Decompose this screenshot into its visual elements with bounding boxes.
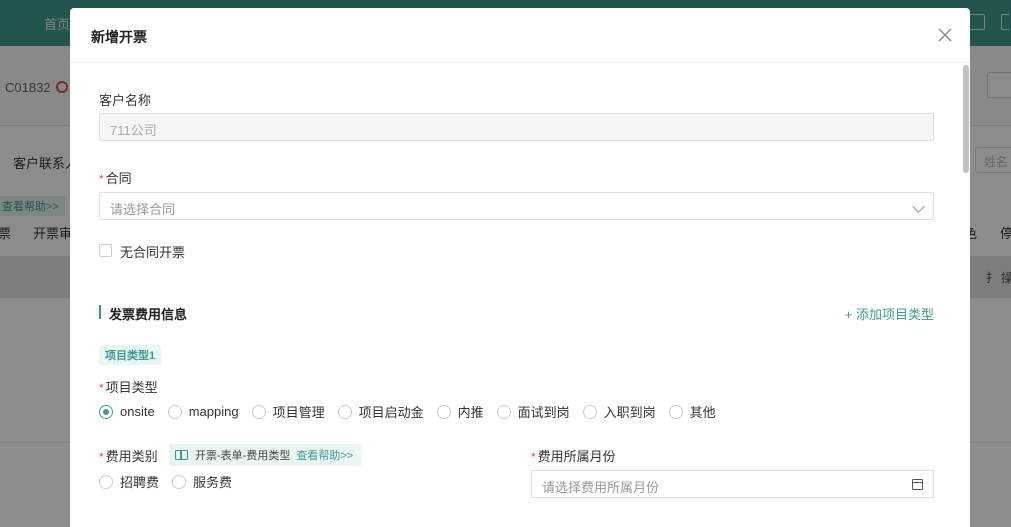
chevron-down-icon	[912, 200, 925, 213]
no-contract-checkbox[interactable]	[99, 244, 112, 257]
radio-button[interactable]	[436, 404, 451, 419]
modal-header: 新增开票	[70, 8, 970, 63]
close-icon[interactable]	[936, 26, 954, 44]
required-mark: *	[99, 172, 104, 186]
required-mark: *	[99, 450, 104, 464]
fee-category-option[interactable]: 招聘费	[99, 472, 159, 491]
modal-scrollbar[interactable]	[962, 63, 970, 527]
fee-month-placeholder: 请选择费用所属月份	[542, 480, 660, 495]
project-type-option[interactable]: mapping	[167, 404, 239, 419]
book-icon	[175, 450, 188, 460]
calendar-icon	[912, 479, 923, 490]
project-type-label-text: 项目类型	[105, 380, 158, 395]
project-type-option-label: 其他	[689, 405, 716, 420]
radio-button[interactable]	[99, 404, 113, 419]
project-type-option[interactable]: 项目启动金	[337, 402, 424, 421]
no-contract-label: 无合同开票	[120, 245, 186, 260]
fee-category-option[interactable]: 服务费	[172, 472, 232, 491]
required-mark: *	[99, 381, 104, 395]
fee-category-option-label: 招聘费	[120, 475, 160, 490]
project-type-option[interactable]: 入职到岗	[582, 402, 656, 421]
add-project-type-link[interactable]: + 添加项目类型	[845, 304, 934, 323]
project-type-option[interactable]: 面试到岗	[496, 402, 570, 421]
fee-month-picker[interactable]: 请选择费用所属月份	[531, 470, 934, 498]
radio-button[interactable]	[337, 404, 352, 419]
project-type-option[interactable]: 内推	[436, 402, 484, 421]
project-type-option-label: onsite	[120, 404, 155, 419]
radio-button[interactable]	[582, 404, 597, 419]
radio-button[interactable]	[99, 474, 113, 489]
radio-button[interactable]	[167, 404, 182, 419]
modal-title: 新增开票	[91, 29, 147, 45]
project-type-option-label: 项目启动金	[358, 405, 424, 420]
project-type-option[interactable]: 其他	[668, 402, 716, 421]
fee-help-link[interactable]: 查看帮助>>	[296, 447, 353, 463]
radio-button[interactable]	[172, 474, 187, 489]
contract-label-text: 合同	[105, 171, 132, 186]
radio-button[interactable]	[668, 404, 683, 419]
scrollbar-thumb[interactable]	[963, 65, 969, 173]
radio-button[interactable]	[496, 404, 511, 419]
contract-label: * 合同	[99, 168, 132, 187]
customer-name-label: 客户名称	[99, 93, 152, 108]
project-type-option[interactable]: 项目管理	[251, 402, 325, 421]
fee-month-label: * 费用所属月份	[531, 446, 616, 465]
fee-category-radio-group: 招聘费 服务费	[99, 472, 245, 491]
contract-placeholder: 请选择合同	[110, 202, 176, 217]
required-mark: *	[531, 450, 536, 464]
project-type-label: * 项目类型	[99, 377, 158, 396]
project-type-option-label: 内推	[457, 405, 484, 420]
project-type-radio-group: onsite mapping 项目管理 项目启动金 内推 面试到岗 入职到岗 其他	[99, 402, 729, 421]
fee-category-label: * 费用类别	[99, 446, 158, 465]
fee-category-label-text: 费用类别	[105, 449, 158, 464]
project-type-option-label: 项目管理	[272, 405, 325, 420]
radio-button[interactable]	[251, 404, 266, 419]
project-type-option-label: mapping	[188, 404, 239, 419]
fee-category-option-label: 服务费	[193, 475, 233, 490]
project-type-option-label: 面试到岗	[517, 405, 570, 420]
fee-type-help: 开票-表单-费用类型 查看帮助>>	[169, 444, 362, 466]
project-type-option-label: 入职到岗	[603, 405, 656, 420]
add-invoice-modal: 新增开票 客户名称 711公司 * 合同 请选择合同 无合同开票 发票费用信息 +…	[70, 8, 970, 527]
project-type-option[interactable]: onsite	[99, 404, 155, 419]
fee-help-text: 开票-表单-费用类型	[195, 450, 291, 462]
customer-name-input: 711公司	[99, 113, 934, 141]
contract-select[interactable]: 请选择合同	[99, 192, 934, 220]
section-title: 发票费用信息	[109, 307, 188, 322]
section-accent-bar	[99, 305, 101, 319]
project-type-tag: 项目类型1	[99, 345, 162, 365]
fee-month-label-text: 费用所属月份	[537, 449, 616, 464]
